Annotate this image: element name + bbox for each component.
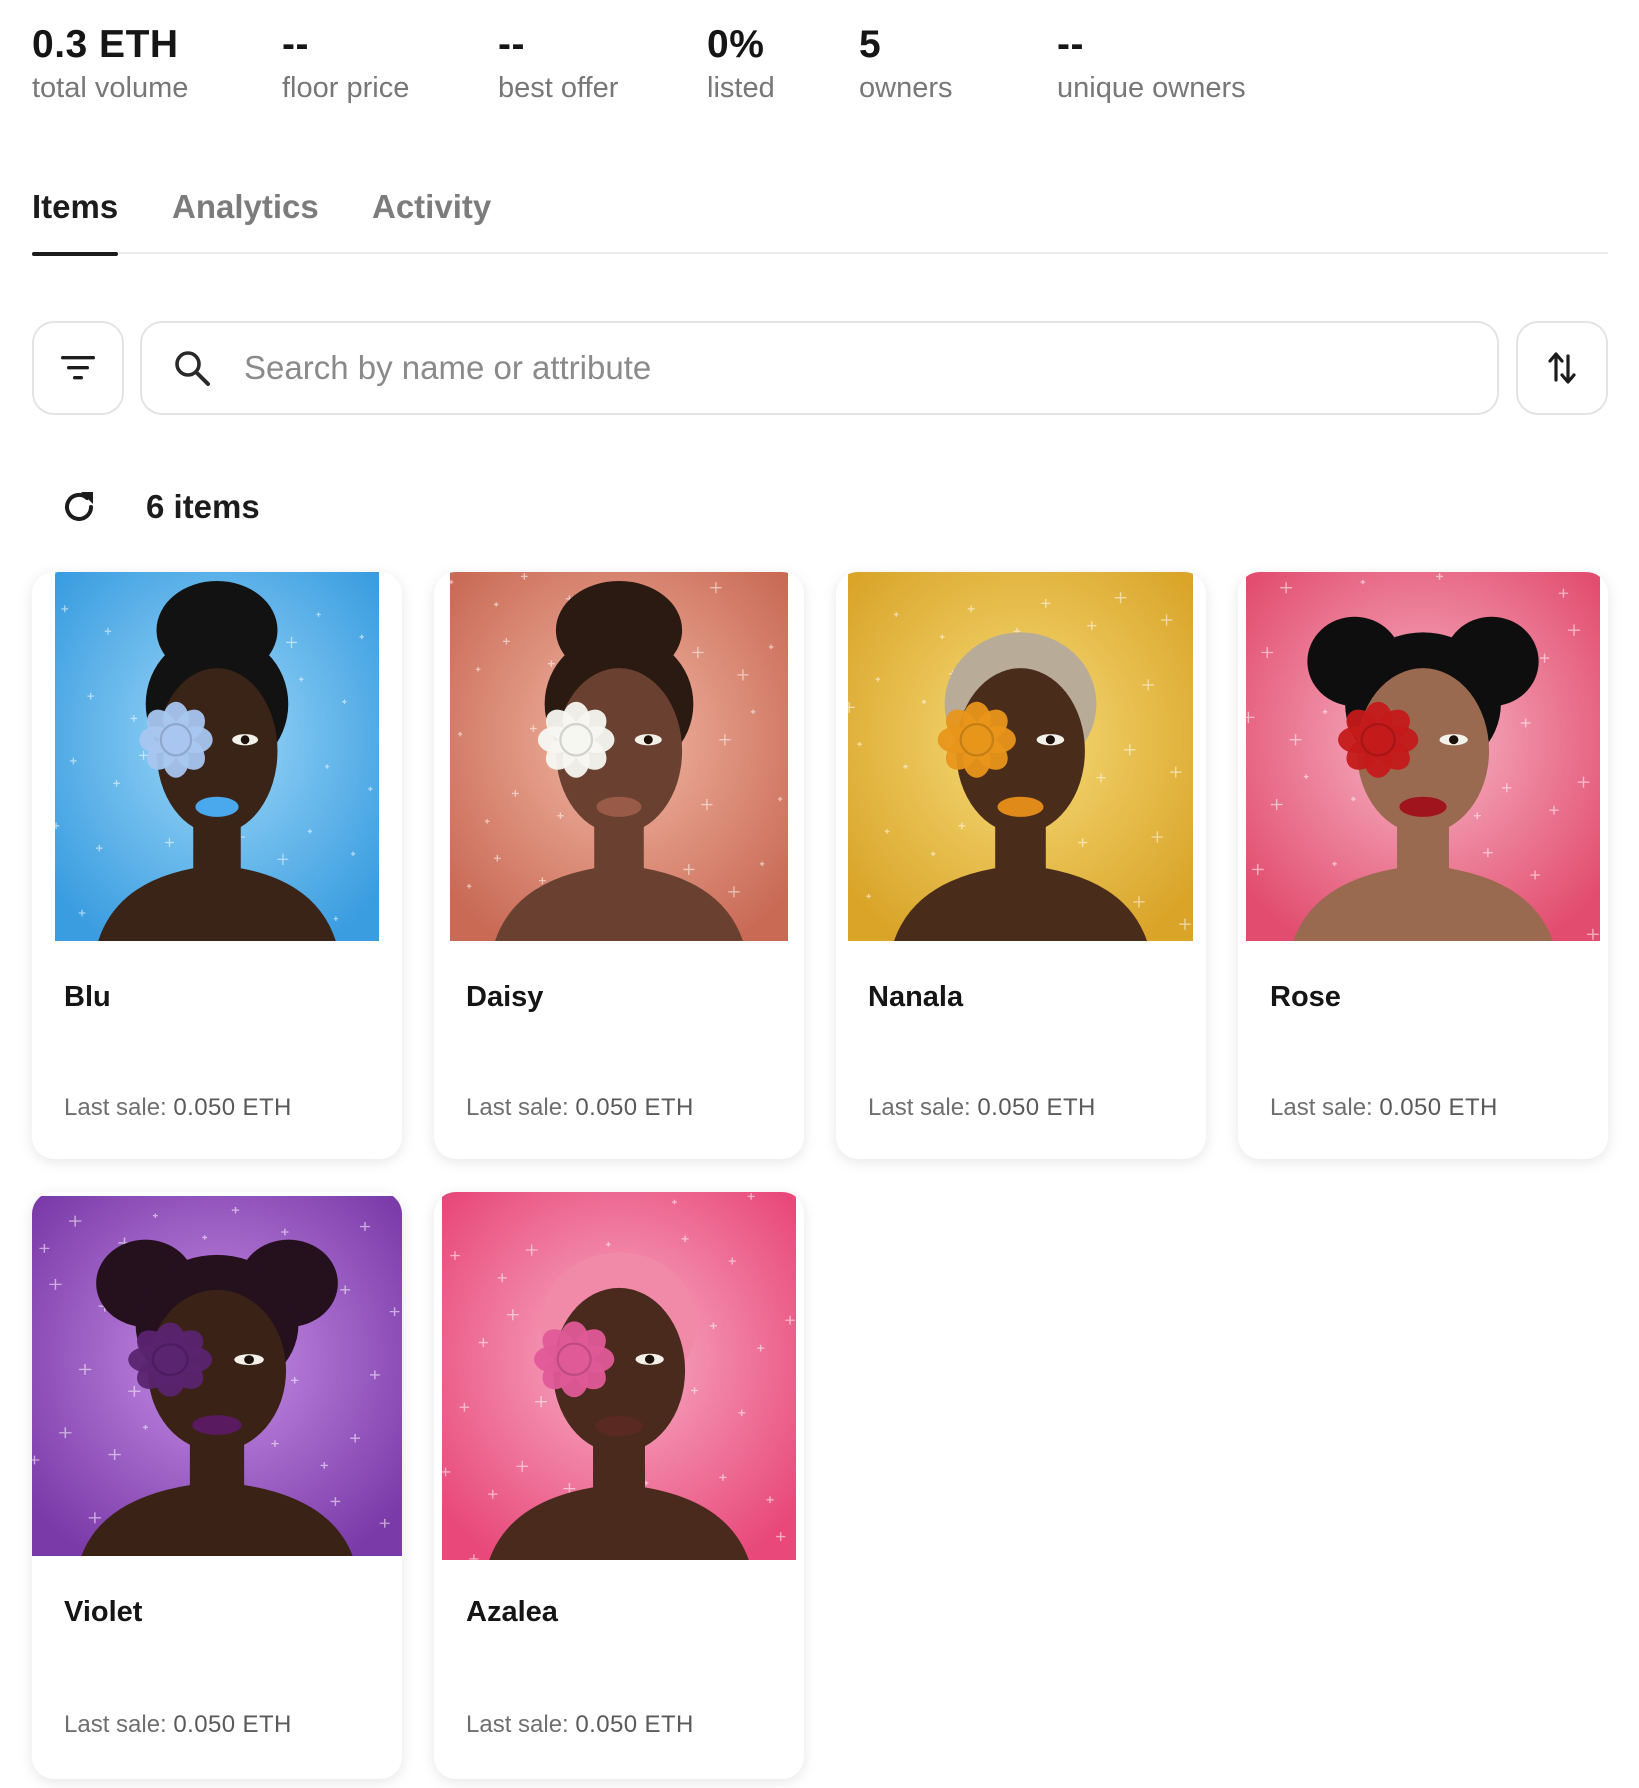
last-sale-label: Last sale: <box>1270 1094 1373 1121</box>
last-sale-value: 0.050 ETH <box>1379 1094 1498 1121</box>
item-last-sale: Last sale: 0.050 ETH <box>466 1711 694 1739</box>
stat-total-volume: 0.3 ETH total volume <box>32 22 188 106</box>
stat-value: 5 <box>859 23 882 66</box>
item-card[interactable]: Nanala Last sale: 0.050 ETH <box>836 572 1206 1159</box>
item-last-sale: Last sale: 0.050 ETH <box>64 1094 292 1122</box>
stat-value: -- <box>282 23 309 66</box>
item-name: Rose <box>1270 981 1341 1013</box>
filter-button[interactable] <box>32 321 124 415</box>
stat-label: listed <box>707 72 775 104</box>
item-image <box>1246 572 1600 941</box>
last-sale-label: Last sale: <box>868 1094 971 1121</box>
item-last-sale: Last sale: 0.050 ETH <box>868 1094 1096 1122</box>
stat-floor-price: -- floor price <box>282 22 409 106</box>
stat-best-offer: -- best offer <box>498 22 618 106</box>
filter-icon <box>60 353 96 383</box>
tab-analytics[interactable]: Analytics <box>172 188 319 254</box>
stat-value: 0% <box>707 23 765 66</box>
item-card[interactable]: Azalea Last sale: 0.050 ETH <box>434 1192 804 1779</box>
search-input[interactable] <box>244 349 1444 387</box>
item-last-sale: Last sale: 0.050 ETH <box>64 1711 292 1739</box>
item-last-sale: Last sale: 0.050 ETH <box>466 1094 694 1122</box>
stat-owners: 5 owners <box>859 22 953 106</box>
last-sale-value: 0.050 ETH <box>173 1711 292 1738</box>
items-count: 6 items <box>146 488 260 525</box>
last-sale-label: Last sale: <box>64 1711 167 1738</box>
item-name: Azalea <box>466 1596 558 1628</box>
stat-label: owners <box>859 72 953 104</box>
tab-items[interactable]: Items <box>32 188 119 256</box>
item-name: Blu <box>64 981 111 1013</box>
last-sale-value: 0.050 ETH <box>173 1094 292 1121</box>
item-image <box>32 1196 402 1556</box>
stat-unique-owners: -- unique owners <box>1057 22 1246 106</box>
item-card[interactable]: Rose Last sale: 0.050 ETH <box>1238 572 1608 1159</box>
search-bar <box>140 321 1499 415</box>
last-sale-label: Last sale: <box>64 1094 167 1121</box>
stat-value: -- <box>1057 23 1084 66</box>
last-sale-label: Last sale: <box>466 1094 569 1121</box>
item-name: Nanala <box>868 981 964 1013</box>
stat-value: 0.3 ETH <box>32 23 179 66</box>
results-row: 6 items <box>58 482 260 532</box>
stat-label: total volume <box>32 72 189 104</box>
collection-tabs: Items Analytics Activity <box>32 180 1608 256</box>
tab-activity[interactable]: Activity <box>372 188 491 254</box>
stat-listed: 0% listed <box>707 22 775 106</box>
item-card[interactable]: Violet Last sale: 0.050 ETH <box>32 1192 402 1779</box>
sort-button[interactable] <box>1516 321 1608 415</box>
last-sale-value: 0.050 ETH <box>575 1711 694 1738</box>
stat-value: -- <box>498 23 525 66</box>
last-sale-label: Last sale: <box>466 1711 569 1738</box>
search-icon <box>170 346 214 390</box>
item-card[interactable]: Blu Last sale: 0.050 ETH <box>32 572 402 1159</box>
last-sale-value: 0.050 ETH <box>977 1094 1096 1121</box>
item-name: Violet <box>64 1596 143 1628</box>
item-image <box>450 572 788 941</box>
item-last-sale: Last sale: 0.050 ETH <box>1270 1094 1498 1122</box>
item-image <box>442 1192 796 1560</box>
last-sale-value: 0.050 ETH <box>575 1094 694 1121</box>
item-image <box>848 572 1193 941</box>
stat-label: best offer <box>498 72 619 104</box>
refresh-icon[interactable] <box>58 486 100 528</box>
stat-label: floor price <box>282 72 410 104</box>
item-image <box>55 572 379 941</box>
stat-label: unique owners <box>1057 72 1246 104</box>
sort-arrows-icon <box>1547 350 1577 386</box>
item-card[interactable]: Daisy Last sale: 0.050 ETH <box>434 572 804 1159</box>
item-name: Daisy <box>466 981 544 1013</box>
